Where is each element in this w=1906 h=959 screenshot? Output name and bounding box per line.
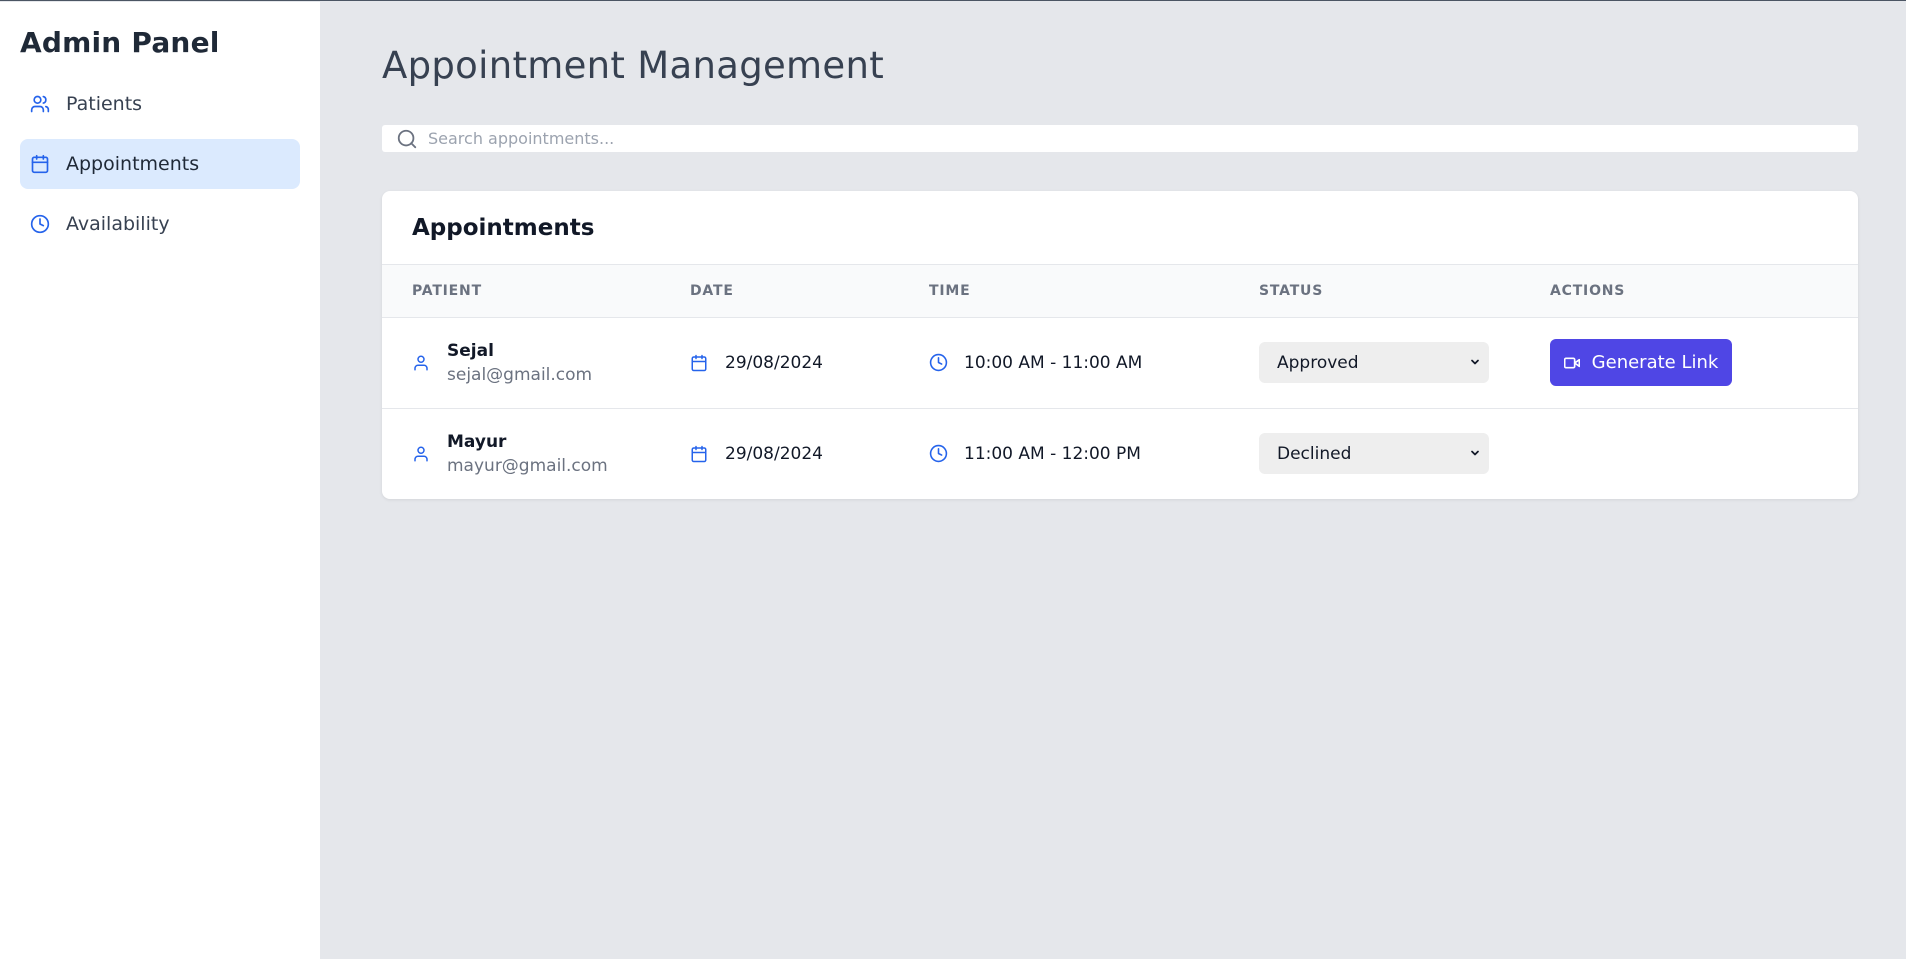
- column-header-actions: ACTIONS: [1550, 282, 1626, 299]
- status-value: Approved: [1277, 352, 1359, 373]
- sidebar-item-label: Appointments: [66, 153, 200, 175]
- table-header-row: PATIENT DATE TIME STATUS ACTIONS: [382, 265, 1858, 317]
- column-header-date: DATE: [690, 282, 734, 299]
- clock-icon: [30, 214, 50, 234]
- time-cell: 10:00 AM - 11:00 AM: [929, 317, 1259, 408]
- column-header-status: STATUS: [1259, 282, 1324, 299]
- search-input[interactable]: [428, 129, 1844, 148]
- status-select[interactable]: Declined: [1259, 433, 1489, 475]
- appointment-time: 11:00 AM - 12:00 PM: [964, 443, 1141, 464]
- status-cell: Approved: [1259, 317, 1550, 408]
- clock-icon: [929, 444, 949, 464]
- column-header-time: TIME: [929, 282, 971, 299]
- sidebar-item-appointments[interactable]: Appointments: [20, 139, 300, 189]
- appointment-time: 10:00 AM - 11:00 AM: [964, 352, 1143, 373]
- calendar-icon: [30, 154, 50, 174]
- search-bar: [382, 125, 1858, 152]
- appointment-date: 29/08/2024: [725, 352, 823, 373]
- status-cell: Declined: [1259, 408, 1550, 499]
- patient-name: Sejal: [447, 340, 494, 361]
- table-row: Mayur mayur@gmail.com 29/08/2024 11:00 A…: [382, 408, 1858, 499]
- generate-link-button[interactable]: Generate Link: [1550, 339, 1732, 386]
- status-select[interactable]: Approved: [1259, 342, 1489, 383]
- appointments-card: Appointments PATIENT DATE TIME STATUS AC…: [382, 191, 1858, 499]
- patient-email: mayur@gmail.com: [447, 455, 608, 476]
- patient-email: sejal@gmail.com: [447, 364, 593, 385]
- chevron-down-icon: [1469, 444, 1481, 464]
- search-icon: [396, 128, 418, 150]
- sidebar-item-label: Patients: [66, 93, 143, 115]
- chevron-down-icon: [1469, 353, 1481, 373]
- sidebar-item-patients[interactable]: Patients: [20, 79, 300, 129]
- date-cell: 29/08/2024: [690, 317, 929, 408]
- sidebar-item-availability[interactable]: Availability: [20, 199, 300, 249]
- table-row: Sejal sejal@gmail.com 29/08/2024 10:00 A…: [382, 317, 1858, 408]
- appointments-table: PATIENT DATE TIME STATUS ACTIONS Sejal s…: [382, 265, 1858, 499]
- user-icon: [412, 353, 432, 373]
- user-icon: [412, 444, 432, 464]
- video-icon: [1563, 355, 1580, 371]
- main-content: Appointment Management Appointments PATI…: [382, 2, 1858, 499]
- appointment-date: 29/08/2024: [725, 443, 823, 464]
- patient-cell: Mayur mayur@gmail.com: [382, 408, 690, 499]
- column-header-patient: PATIENT: [412, 282, 482, 299]
- calendar-icon: [690, 444, 710, 464]
- sidebar-title: Admin Panel: [20, 26, 220, 59]
- patient-cell: Sejal sejal@gmail.com: [382, 317, 690, 408]
- patient-name: Mayur: [447, 431, 507, 452]
- status-value: Declined: [1277, 443, 1352, 464]
- time-cell: 11:00 AM - 12:00 PM: [929, 408, 1259, 499]
- card-title: Appointments: [382, 191, 1858, 265]
- sidebar: Admin Panel Patients Appointments Availa…: [0, 2, 320, 959]
- calendar-icon: [690, 353, 710, 373]
- users-icon: [30, 94, 50, 114]
- date-cell: 29/08/2024: [690, 408, 929, 499]
- page-title: Appointment Management: [382, 44, 885, 87]
- actions-cell: Generate Link: [1550, 317, 1858, 408]
- actions-cell: [1550, 408, 1858, 499]
- generate-link-label: Generate Link: [1591, 352, 1719, 373]
- sidebar-item-label: Availability: [66, 213, 170, 235]
- clock-icon: [929, 353, 949, 373]
